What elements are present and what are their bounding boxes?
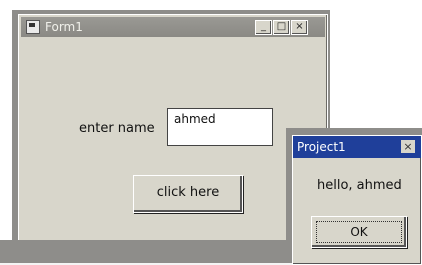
messagebox-text: hello, ahmed bbox=[317, 178, 402, 193]
form1-titlebar[interactable]: Form1 _ □ × bbox=[21, 17, 325, 37]
messagebox-titlebar[interactable]: Project1 × bbox=[293, 136, 421, 158]
ok-button[interactable]: OK bbox=[311, 216, 407, 248]
close-button[interactable]: × bbox=[291, 20, 308, 35]
click-here-button[interactable]: click here bbox=[133, 175, 243, 213]
name-input[interactable]: ahmed bbox=[167, 108, 273, 146]
maximize-button[interactable]: □ bbox=[273, 20, 290, 35]
window-title: Form1 bbox=[45, 20, 83, 34]
messagebox-title: Project1 bbox=[297, 140, 346, 154]
message-box: Project1 × hello, ahmed OK bbox=[292, 135, 422, 265]
app-icon bbox=[26, 20, 40, 34]
minimize-button[interactable]: _ bbox=[255, 20, 272, 35]
name-label: enter name bbox=[79, 121, 155, 136]
form1-window: Form1 _ □ × enter name ahmed click here bbox=[18, 14, 328, 242]
messagebox-close-button[interactable]: × bbox=[401, 140, 415, 153]
